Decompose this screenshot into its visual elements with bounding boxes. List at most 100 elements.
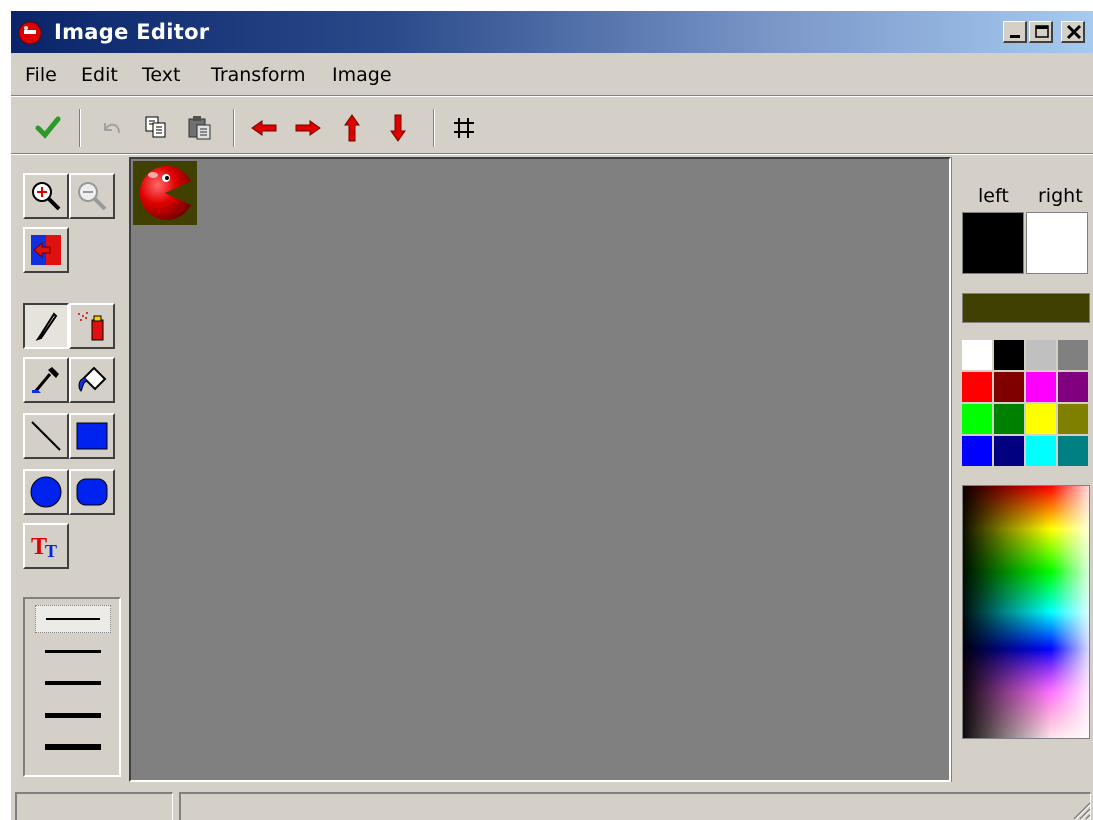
toolbar (11, 101, 1093, 157)
resize-grip-icon[interactable] (1070, 799, 1092, 820)
palette-swatch[interactable] (1026, 404, 1056, 434)
toolbar-separator (233, 109, 235, 147)
text-icon: T T (31, 534, 57, 561)
right-color-swatch[interactable] (1026, 212, 1088, 274)
zoom-out-tool[interactable] (69, 173, 115, 219)
shift-down-button[interactable] (381, 111, 415, 145)
palette-swatch[interactable] (1026, 372, 1056, 402)
shift-right-button[interactable] (291, 111, 325, 145)
eyedropper-tool[interactable] (23, 357, 69, 403)
zoom-in-tool[interactable] (23, 173, 69, 219)
ellipse-tool[interactable] (23, 469, 69, 515)
menu-edit[interactable]: Edit (81, 64, 118, 86)
line-icon (31, 421, 61, 451)
right-color-label: right (1038, 185, 1083, 207)
color-spectrum[interactable] (962, 485, 1090, 739)
line-width-sample (45, 713, 101, 718)
maximize-button[interactable] (1029, 21, 1053, 43)
rectangle-icon (76, 422, 108, 450)
menu-image[interactable]: Image (332, 64, 392, 86)
toolbar-separator (433, 109, 435, 147)
zoom-in-icon (32, 182, 61, 211)
minimize-icon (1010, 35, 1020, 38)
paste-button[interactable] (183, 111, 217, 145)
line-width-3[interactable] (35, 669, 111, 697)
arrow-left-icon (251, 120, 277, 136)
pencil-tool[interactable] (23, 303, 69, 349)
shift-up-button[interactable] (335, 111, 369, 145)
text-tool-glyph-small: T (45, 541, 57, 561)
current-color-bar[interactable] (962, 293, 1090, 323)
app-icon[interactable] (17, 20, 43, 46)
color-palette (962, 340, 1090, 468)
minimize-button[interactable] (1003, 21, 1027, 43)
arrow-up-icon (344, 114, 360, 142)
palette-swatch[interactable] (1058, 340, 1088, 370)
palette-swatch[interactable] (1058, 404, 1088, 434)
spray-can-tool[interactable] (69, 303, 115, 349)
pacman-image (139, 166, 191, 220)
line-width-sample (45, 744, 101, 750)
palette-swatch[interactable] (994, 404, 1024, 434)
status-bar (11, 786, 1093, 820)
undo-icon (104, 123, 120, 134)
line-tool[interactable] (23, 413, 69, 459)
undo-button[interactable] (95, 111, 129, 145)
palette-swatch[interactable] (962, 404, 992, 434)
image-preview[interactable] (133, 161, 197, 225)
pencil-icon (35, 312, 58, 341)
ellipse-icon (30, 476, 62, 508)
palette-swatch[interactable] (962, 372, 992, 402)
palette-swatch[interactable] (1026, 340, 1056, 370)
zoom-out-icon (78, 182, 107, 211)
rounded-rectangle-icon (76, 478, 108, 506)
menu-text[interactable]: Text (142, 64, 180, 86)
maximize-icon (1035, 25, 1049, 38)
text-tool[interactable]: T T (23, 523, 69, 569)
status-pane-1 (15, 792, 173, 820)
palette-swatch[interactable] (962, 340, 992, 370)
line-width-4[interactable] (35, 701, 111, 729)
spray-can-icon (78, 312, 104, 341)
resize-tool[interactable] (23, 227, 69, 273)
check-icon (35, 116, 61, 139)
rounded-rectangle-tool[interactable] (69, 469, 115, 515)
window-title: Image Editor (54, 20, 210, 44)
left-color-swatch[interactable] (962, 212, 1024, 274)
fill-bucket-icon (78, 366, 107, 392)
line-width-5[interactable] (35, 733, 111, 761)
palette-swatch[interactable] (994, 436, 1024, 466)
toolbar-separator (79, 109, 81, 147)
grid-icon (454, 118, 474, 138)
resize-icon (31, 235, 61, 265)
color-panel: left right (951, 157, 1093, 782)
line-width-sample (46, 618, 100, 620)
line-width-sample (45, 650, 101, 653)
menu-transform[interactable]: Transform (211, 64, 306, 86)
rectangle-tool[interactable] (69, 413, 115, 459)
close-icon (1066, 24, 1082, 40)
line-width-selector (23, 597, 121, 777)
left-color-label: left (978, 185, 1009, 207)
palette-swatch[interactable] (1058, 436, 1088, 466)
grid-button[interactable] (447, 111, 481, 145)
palette-swatch[interactable] (994, 372, 1024, 402)
fill-bucket-tool[interactable] (69, 357, 115, 403)
palette-swatch[interactable] (1058, 372, 1088, 402)
apply-button[interactable] (31, 111, 65, 145)
palette-swatch[interactable] (1026, 436, 1056, 466)
close-button[interactable] (1061, 21, 1085, 43)
arrow-down-icon (390, 114, 406, 142)
palette-swatch[interactable] (994, 340, 1024, 370)
shift-left-button[interactable] (247, 111, 281, 145)
menu-separator (11, 95, 1093, 97)
paste-icon (188, 116, 211, 140)
palette-swatch[interactable] (962, 436, 992, 466)
title-bar[interactable]: Image Editor (11, 11, 1093, 53)
drawing-canvas[interactable] (129, 157, 951, 782)
arrow-right-icon (295, 120, 321, 136)
menu-file[interactable]: File (25, 64, 57, 86)
copy-button[interactable] (139, 111, 173, 145)
line-width-1[interactable] (35, 605, 111, 633)
line-width-2[interactable] (35, 637, 111, 665)
